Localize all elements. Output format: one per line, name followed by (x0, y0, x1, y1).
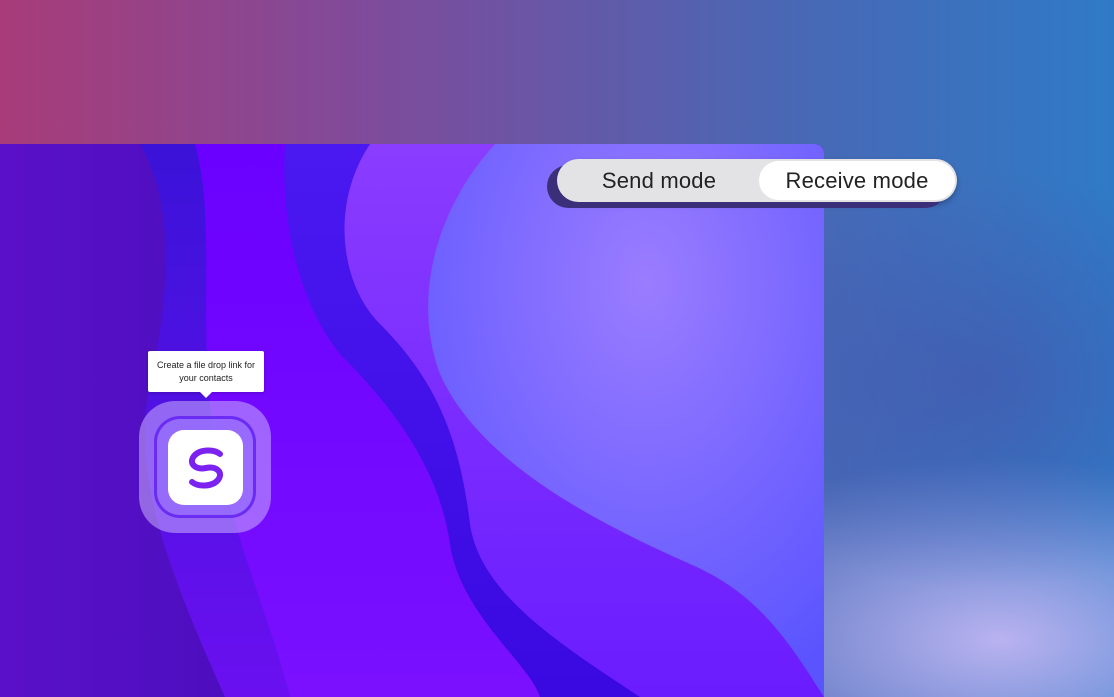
wave-illustration-panel (0, 144, 824, 697)
swisstransfer-s-logo-icon (188, 447, 223, 488)
tooltip-text: Create a file drop link for your contact… (156, 359, 256, 383)
send-mode-button[interactable]: Send mode (559, 161, 759, 200)
app-icon[interactable] (168, 430, 243, 505)
wave-illustration (0, 144, 824, 697)
tooltip-arrow (199, 391, 213, 398)
receive-mode-button[interactable]: Receive mode (759, 161, 955, 200)
tooltip: Create a file drop link for your contact… (148, 351, 264, 392)
mode-toggle: Send mode Receive mode (557, 159, 957, 202)
